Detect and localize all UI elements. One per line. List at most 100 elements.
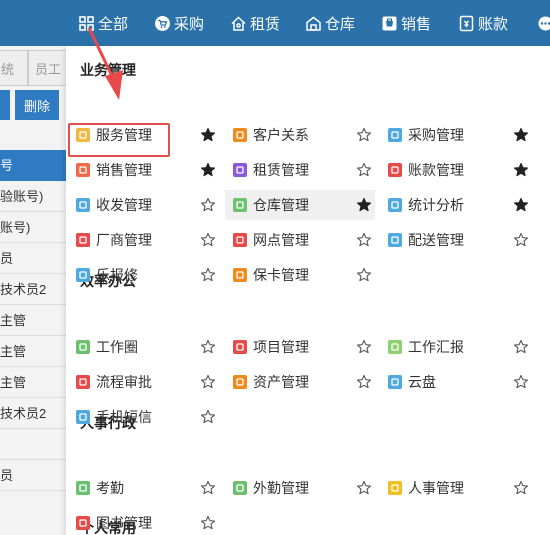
module-item[interactable]: 工作圈	[68, 332, 218, 362]
star-outline-icon[interactable]	[200, 480, 216, 496]
module-item[interactable]: 资产管理	[225, 367, 375, 397]
star-filled-icon[interactable]	[200, 162, 216, 178]
star-outline-icon[interactable]	[356, 374, 372, 390]
star-outline-icon[interactable]	[356, 267, 372, 283]
star-outline-icon[interactable]	[513, 232, 529, 248]
star-outline-icon[interactable]	[200, 409, 216, 425]
panel-button-1[interactable]	[0, 90, 10, 120]
star-outline-icon[interactable]	[356, 162, 372, 178]
module-item-label: 采购管理	[408, 127, 464, 143]
module-item-label: 工作圈	[96, 339, 138, 355]
user-list-row[interactable]: 主管	[0, 336, 66, 367]
module-item[interactable]: 工作汇报	[380, 332, 530, 362]
module-item[interactable]: 采购管理	[380, 120, 530, 150]
star-outline-icon[interactable]	[200, 197, 216, 213]
user-list-row[interactable]: 验账号)	[0, 181, 66, 212]
user-list-row[interactable]: 技术员2	[0, 274, 66, 305]
nav-purchase-label: 采购	[174, 15, 205, 33]
module-item[interactable]: 服务管理	[68, 120, 218, 150]
module-item-label: 租赁管理	[253, 162, 309, 178]
module-item[interactable]: 仓库管理	[225, 190, 375, 220]
module-item[interactable]: 乐报修	[68, 260, 218, 290]
module-item[interactable]: 流程审批	[68, 367, 218, 397]
star-outline-icon[interactable]	[513, 374, 529, 390]
user-list-row[interactable]: 主管	[0, 305, 66, 336]
module-item[interactable]: 客户关系	[225, 120, 375, 150]
module-item[interactable]: 云盘	[380, 367, 530, 397]
nav-sales[interactable]: 销售	[381, 0, 431, 46]
star-outline-icon[interactable]	[200, 374, 216, 390]
star-outline-icon[interactable]	[356, 127, 372, 143]
module-item[interactable]: 销售管理	[68, 155, 218, 185]
module-item-label: 账款管理	[408, 162, 464, 178]
nav-lease-label: 租赁	[250, 15, 281, 33]
module-item[interactable]: 账款管理	[380, 155, 530, 185]
module-item[interactable]: 租赁管理	[225, 155, 375, 185]
star-outline-icon[interactable]	[356, 232, 372, 248]
module-item-label: 图书管理	[96, 515, 152, 531]
module-item-label: 统计分析	[408, 197, 464, 213]
nav-all[interactable]: 全部	[78, 0, 128, 46]
star-filled-icon[interactable]	[200, 127, 216, 143]
panel-tab-staff[interactable]: 员工	[28, 50, 66, 86]
module-item[interactable]: 项目管理	[225, 332, 375, 362]
star-outline-icon[interactable]	[200, 515, 216, 531]
house-icon	[230, 15, 247, 32]
delivery-icon	[388, 233, 402, 247]
account-icon	[388, 163, 402, 177]
nav-all-label: 全部	[98, 15, 129, 33]
star-outline-icon[interactable]	[200, 339, 216, 355]
user-list-row[interactable]: 员	[0, 243, 66, 274]
nav-warehouse[interactable]: 仓库	[305, 0, 355, 46]
module-item[interactable]: 考勤	[68, 473, 218, 503]
module-item-label: 客户关系	[253, 127, 309, 143]
star-outline-icon[interactable]	[200, 267, 216, 283]
panel-tab-1[interactable]: 统	[0, 50, 28, 86]
star-outline-icon[interactable]	[200, 232, 216, 248]
module-item-label: 流程审批	[96, 374, 152, 390]
module-item[interactable]: 人事管理	[380, 473, 530, 503]
module-item[interactable]: 配送管理	[380, 225, 530, 255]
module-item-label: 配送管理	[408, 232, 464, 248]
circle-icon	[76, 340, 90, 354]
nav-lease[interactable]: 租赁	[230, 0, 280, 46]
star-filled-icon[interactable]	[513, 162, 529, 178]
nav-more[interactable]	[537, 0, 550, 46]
user-list-row[interactable]: 技术员2	[0, 398, 66, 429]
module-item[interactable]: 统计分析	[380, 190, 530, 220]
nav-warehouse-label: 仓库	[325, 15, 356, 33]
user-list-row[interactable]: 账号)	[0, 212, 66, 243]
module-item-label: 保卡管理	[253, 267, 309, 283]
cart-icon	[154, 15, 171, 32]
user-list-row[interactable]: 员	[0, 460, 66, 491]
module-item-label: 项目管理	[253, 339, 309, 355]
user-list-row[interactable]: 号	[0, 150, 66, 181]
branch-icon	[233, 233, 247, 247]
warranty-icon	[233, 268, 247, 282]
project-icon	[233, 340, 247, 354]
transfer-icon	[76, 198, 90, 212]
user-list-row[interactable]	[0, 429, 66, 460]
user-list-row[interactable]: 主管	[0, 367, 66, 398]
nav-purchase[interactable]: 采购	[154, 0, 204, 46]
star-filled-icon[interactable]	[513, 197, 529, 213]
module-item[interactable]: 厂商管理	[68, 225, 218, 255]
module-item[interactable]: 收发管理	[68, 190, 218, 220]
module-item[interactable]: 图书管理	[68, 508, 218, 535]
star-outline-icon[interactable]	[356, 339, 372, 355]
delete-button[interactable]: 删除	[15, 90, 59, 120]
module-item[interactable]: 网点管理	[225, 225, 375, 255]
star-outline-icon[interactable]	[356, 480, 372, 496]
module-item[interactable]: 手机短信	[68, 402, 218, 432]
approval-icon	[76, 375, 90, 389]
module-item[interactable]: 外勤管理	[225, 473, 375, 503]
star-outline-icon[interactable]	[513, 339, 529, 355]
module-item-label: 云盘	[408, 374, 436, 390]
module-item[interactable]: 保卡管理	[225, 260, 375, 290]
star-filled-icon[interactable]	[513, 127, 529, 143]
star-filled-icon[interactable]	[356, 197, 372, 213]
warehouse-icon	[305, 15, 322, 32]
panel-toolbar: 删除	[0, 86, 66, 130]
star-outline-icon[interactable]	[513, 480, 529, 496]
nav-accounts[interactable]: 账款	[458, 0, 508, 46]
